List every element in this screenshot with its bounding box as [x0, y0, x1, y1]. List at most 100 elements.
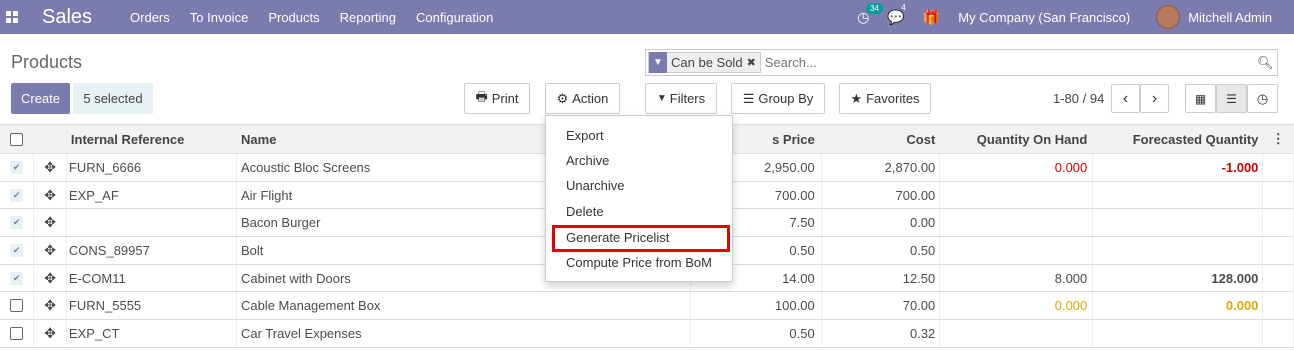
list-view-icon[interactable]: ☰	[1216, 84, 1247, 113]
cell-cost[interactable]: 0.00	[822, 209, 941, 237]
user-menu[interactable]: Mitchell Admin	[1188, 10, 1272, 25]
company-switcher[interactable]: My Company (San Francisco)	[958, 10, 1130, 25]
cell-cost[interactable]: 700.00	[822, 181, 941, 209]
action-compute-price-from-bom[interactable]: Compute Price from BoM	[566, 255, 712, 270]
cell-quantity-on-hand[interactable]: 8.000	[940, 264, 1094, 292]
pager-value[interactable]: 1-80 / 94	[1053, 91, 1104, 106]
cell-sales-price[interactable]: 0.50	[691, 320, 822, 347]
cell-internal-reference[interactable]: EXP_CT	[67, 320, 237, 347]
cell-sales-price[interactable]: 100.00	[691, 292, 822, 320]
kanban-view-icon[interactable]: ▦	[1185, 84, 1216, 113]
create-button[interactable]: Create	[11, 83, 70, 114]
menu-orders[interactable]: Orders	[130, 10, 170, 25]
cell-internal-reference[interactable]: E-COM11	[67, 264, 237, 292]
checked-checkbox-icon[interactable]: ✔	[10, 216, 24, 230]
facet-remove-icon[interactable]: ✖	[747, 56, 760, 69]
cell-forecasted-quantity[interactable]: 128.000	[1093, 264, 1264, 292]
cell-internal-reference[interactable]: CONS_89957	[67, 237, 237, 264]
row-checkbox-cell[interactable]: ✔	[0, 209, 35, 237]
header-quantity-on-hand[interactable]: Quantity On Hand	[940, 125, 1094, 153]
drag-handle-move-icon[interactable]: ✥	[34, 237, 67, 264]
filters-button[interactable]: ▼ Filters	[645, 83, 717, 114]
cell-forecasted-quantity[interactable]: 0.000	[1093, 292, 1264, 320]
groupby-button[interactable]: ☰ Group By	[731, 83, 825, 114]
cell-forecasted-quantity[interactable]: -1.000	[1093, 154, 1264, 181]
groupby-button-label: Group By	[758, 91, 814, 106]
messages-chat-icon[interactable]: 💬 4	[887, 3, 905, 26]
drag-handle-move-icon[interactable]: ✥	[34, 209, 67, 237]
gift-icon[interactable]: 🎁	[923, 9, 940, 26]
cell-forecasted-quantity[interactable]	[1093, 209, 1264, 237]
selected-count: 5 selected	[73, 83, 153, 114]
cell-cost[interactable]: 0.32	[822, 320, 941, 347]
cell-quantity-on-hand[interactable]	[940, 237, 1094, 264]
cell-quantity-on-hand[interactable]	[940, 181, 1094, 209]
drag-handle-move-icon[interactable]: ✥	[34, 154, 67, 181]
cell-cost[interactable]: 2,870.00	[822, 154, 941, 181]
app-brand[interactable]: Sales	[42, 6, 92, 29]
row-checkbox-cell[interactable]: ✔	[0, 264, 35, 292]
row-checkbox-cell[interactable]: ✔	[0, 154, 35, 181]
header-cost[interactable]: Cost	[822, 125, 941, 153]
favorites-button[interactable]: ★ Favorites	[839, 83, 931, 114]
drag-handle-move-icon[interactable]: ✥	[34, 320, 67, 347]
row-checkbox-cell[interactable]	[0, 292, 35, 320]
action-delete[interactable]: Delete	[566, 204, 604, 219]
checked-checkbox-icon[interactable]: ✔	[10, 243, 24, 257]
menu-to-invoice[interactable]: To Invoice	[190, 10, 249, 25]
row-checkbox-cell[interactable]: ✔	[0, 237, 35, 264]
action-unarchive[interactable]: Unarchive	[566, 178, 625, 193]
menu-reporting[interactable]: Reporting	[340, 10, 396, 25]
table-row[interactable]: ✥ EXP_CT Car Travel Expenses 0.50 0.32	[0, 320, 1294, 348]
print-button[interactable]: 🖶 Print	[464, 83, 530, 114]
cell-cost[interactable]: 12.50	[822, 264, 941, 292]
user-avatar[interactable]	[1156, 5, 1181, 29]
cell-quantity-on-hand[interactable]	[940, 209, 1094, 237]
header-internal-reference[interactable]: Internal Reference	[67, 125, 238, 153]
select-all-checkbox[interactable]	[10, 132, 24, 146]
cell-quantity-on-hand[interactable]: 0.000	[940, 154, 1094, 181]
drag-handle-move-icon[interactable]: ✥	[34, 264, 67, 292]
cell-name[interactable]: Cable Management Box	[237, 292, 691, 320]
cell-name[interactable]: Car Travel Expenses	[237, 320, 691, 347]
table-row[interactable]: ✥ FURN_5555 Cable Management Box 100.00 70.0…	[0, 292, 1294, 321]
cell-internal-reference[interactable]: FURN_5555	[67, 292, 237, 320]
checked-checkbox-icon[interactable]: ✔	[10, 188, 24, 202]
row-checkbox[interactable]	[10, 326, 24, 340]
activity-view-clock-icon[interactable]: ◷	[1247, 84, 1278, 113]
checked-checkbox-icon[interactable]: ✔	[10, 271, 24, 285]
row-checkbox-cell[interactable]: ✔	[0, 181, 35, 209]
filters-button-label: Filters	[669, 91, 706, 106]
cell-cost[interactable]: 70.00	[822, 292, 941, 320]
action-export[interactable]: Export	[566, 128, 604, 143]
cell-cost[interactable]: 0.50	[822, 237, 941, 264]
cell-quantity-on-hand[interactable]: 0.000	[940, 292, 1094, 320]
action-button[interactable]: ⚙ Action	[545, 83, 620, 114]
optional-columns-kebab-icon[interactable]: ⋮	[1263, 125, 1294, 153]
select-all-checkbox-cell[interactable]	[0, 125, 35, 153]
action-archive[interactable]: Archive	[566, 153, 609, 168]
search-bar[interactable]: ▼ Can be Sold ✖ 🔍︎	[645, 49, 1278, 76]
menu-products[interactable]: Products	[268, 10, 319, 25]
cell-forecasted-quantity[interactable]	[1093, 181, 1264, 209]
cell-quantity-on-hand[interactable]	[940, 320, 1094, 347]
pager-previous-chevron-icon[interactable]: ‹	[1111, 84, 1140, 113]
cell-internal-reference[interactable]: EXP_AF	[67, 181, 237, 209]
cell-forecasted-quantity[interactable]	[1093, 320, 1264, 347]
header-forecasted-quantity[interactable]: Forecasted Quantity	[1093, 125, 1264, 153]
apps-menu-icon[interactable]	[6, 11, 18, 23]
pager-next-chevron-icon[interactable]: ›	[1140, 84, 1169, 113]
checked-checkbox-icon[interactable]: ✔	[10, 160, 24, 174]
search-icon[interactable]: 🔍︎	[1257, 55, 1277, 71]
row-checkbox[interactable]	[10, 299, 24, 313]
cell-internal-reference[interactable]: FURN_6666	[67, 154, 237, 181]
row-checkbox-cell[interactable]	[0, 320, 35, 347]
drag-handle-move-icon[interactable]: ✥	[34, 181, 67, 209]
drag-handle-move-icon[interactable]: ✥	[34, 292, 67, 320]
search-input[interactable]	[764, 55, 1257, 70]
cell-forecasted-quantity[interactable]	[1093, 237, 1264, 264]
action-generate-pricelist[interactable]: Generate Pricelist	[566, 230, 669, 245]
menu-configuration[interactable]: Configuration	[416, 10, 493, 25]
cell-internal-reference[interactable]	[67, 209, 237, 237]
activity-clock-icon[interactable]: ◷ 34	[857, 2, 884, 26]
